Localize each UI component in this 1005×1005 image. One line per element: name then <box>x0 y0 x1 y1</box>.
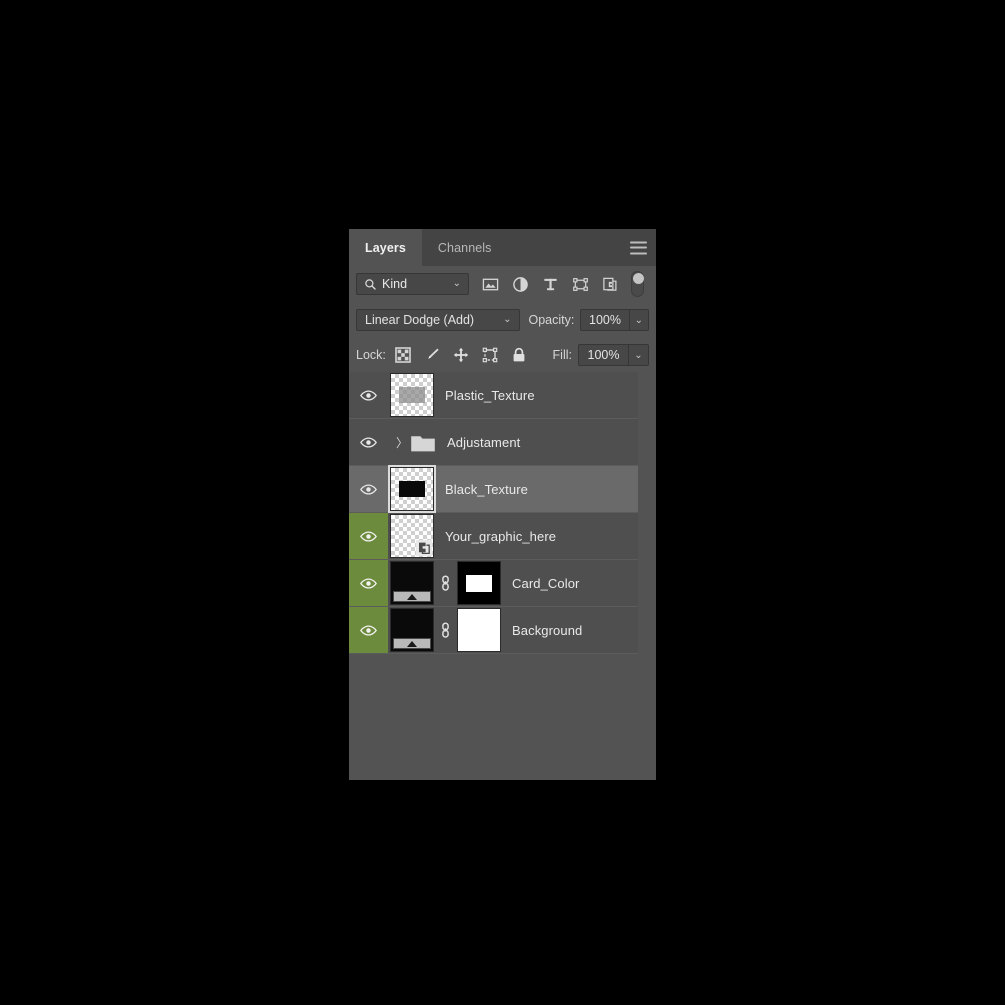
folder-icon <box>411 435 435 451</box>
layer-visibility-toggle[interactable] <box>349 560 388 606</box>
table-row[interactable]: Black_Texture <box>349 465 638 513</box>
eye-icon <box>360 389 377 401</box>
smart-object-badge-icon <box>416 540 432 556</box>
hamburger-menu-icon[interactable] <box>630 241 647 254</box>
chevron-down-icon: ⌄ <box>634 314 644 326</box>
mask-content <box>466 574 492 592</box>
panel-tabbar: Layers Channels <box>349 229 656 266</box>
layer-visibility-toggle[interactable] <box>349 466 388 512</box>
gradient-map-slider <box>393 638 431 649</box>
eye-icon <box>360 436 377 448</box>
gradient-map-slider <box>393 591 431 602</box>
layer-visibility-toggle[interactable] <box>349 419 388 465</box>
lock-all-icon[interactable] <box>511 347 527 363</box>
layer-list: Plastic_Texture 〉 Adjustament Black_Text… <box>349 372 656 780</box>
filter-smart-object-icon[interactable] <box>602 276 619 293</box>
table-row[interactable]: 〉 Adjustament <box>349 419 638 466</box>
layer-thumbnail-group[interactable] <box>390 561 501 605</box>
eye-icon <box>360 624 377 636</box>
table-row[interactable]: Your_graphic_here <box>349 513 638 560</box>
chevron-down-icon: ⌄ <box>503 314 512 325</box>
thumbnail-content <box>399 387 425 403</box>
lock-label: Lock: <box>356 348 386 362</box>
layers-panel: Layers Channels Kind ⌄ Linear Dodge (Add… <box>349 229 656 780</box>
filter-adjustment-icon[interactable] <box>512 276 529 293</box>
layer-thumbnail-group[interactable] <box>390 514 434 558</box>
opacity-label: Opacity: <box>528 313 575 327</box>
layer-name[interactable]: Plastic_Texture <box>445 388 535 403</box>
link-mask-icon[interactable] <box>439 574 452 592</box>
layer-name[interactable]: Adjustament <box>447 435 520 450</box>
table-row[interactable]: Background <box>349 607 638 654</box>
lock-artboard-nesting-icon[interactable] <box>482 347 498 363</box>
table-row[interactable]: Plastic_Texture <box>349 372 638 419</box>
layer-name[interactable]: Background <box>512 623 582 638</box>
lock-position-icon[interactable] <box>453 347 469 363</box>
blend-mode-dropdown[interactable]: Linear Dodge (Add) ⌄ <box>356 309 520 331</box>
layer-rows: Plastic_Texture 〉 Adjustament Black_Text… <box>349 372 638 654</box>
filter-pixel-icon[interactable] <box>482 276 499 293</box>
lock-fill-row: Lock: Fill: 100% ⌄ <box>349 338 656 372</box>
lock-image-pixels-icon[interactable] <box>424 347 440 363</box>
layer-thumbnail-group[interactable] <box>388 465 436 513</box>
search-icon <box>365 278 376 290</box>
tab-layers-label: Layers <box>365 240 406 255</box>
layer-list-empty-area <box>349 654 656 780</box>
layer-mask-thumbnail[interactable] <box>457 608 501 652</box>
layer-thumbnail[interactable] <box>390 514 434 558</box>
layer-list-scroll-gutter[interactable] <box>638 372 656 780</box>
layer-thumbnail[interactable] <box>390 608 434 652</box>
layer-name[interactable]: Black_Texture <box>445 482 528 497</box>
filter-shape-icon[interactable] <box>572 276 589 293</box>
layer-thumbnail[interactable] <box>390 373 434 417</box>
eye-icon <box>360 577 377 589</box>
eye-icon <box>360 530 377 542</box>
link-mask-icon[interactable] <box>439 621 452 639</box>
fill-input[interactable]: 100% <box>578 344 628 366</box>
opacity-input[interactable]: 100% <box>580 309 629 331</box>
blend-opacity-row: Linear Dodge (Add) ⌄ Opacity: 100% ⌄ <box>349 302 656 338</box>
lock-buttons <box>395 347 527 363</box>
chevron-down-icon: ⌄ <box>634 349 643 361</box>
filter-kind-dropdown[interactable]: Kind ⌄ <box>356 273 469 295</box>
group-disclosure-icon[interactable]: 〉 <box>396 419 408 465</box>
thumbnail-content <box>399 481 425 497</box>
opacity-stepper[interactable]: ⌄ <box>628 309 649 331</box>
layer-thumbnail-group[interactable] <box>390 373 434 417</box>
filter-type-icon[interactable] <box>542 276 559 293</box>
layer-visibility-toggle[interactable] <box>349 513 388 559</box>
tab-channels-label: Channels <box>437 240 492 255</box>
layer-visibility-toggle[interactable] <box>349 372 388 418</box>
tab-layers[interactable]: Layers <box>349 229 422 266</box>
table-row[interactable]: Card_Color <box>349 560 638 607</box>
layer-thumbnail[interactable] <box>390 561 434 605</box>
chevron-down-icon: ⌄ <box>452 278 461 289</box>
filter-enable-toggle[interactable] <box>631 271 644 297</box>
layer-thumbnail[interactable] <box>388 465 436 513</box>
fill-value: 100% <box>587 348 620 362</box>
fill-stepper[interactable]: ⌄ <box>628 344 649 366</box>
tab-channels[interactable]: Channels <box>422 229 508 266</box>
layer-mask-thumbnail[interactable] <box>457 561 501 605</box>
layer-thumbnail-group[interactable] <box>390 608 501 652</box>
filter-type-buttons <box>482 276 619 293</box>
eye-icon <box>360 483 377 495</box>
filter-kind-label: Kind <box>382 277 408 291</box>
blend-mode-value: Linear Dodge (Add) <box>365 313 475 327</box>
layer-name[interactable]: Your_graphic_here <box>445 529 556 544</box>
opacity-value: 100% <box>589 313 621 327</box>
layer-visibility-toggle[interactable] <box>349 607 388 653</box>
lock-transparent-pixels-icon[interactable] <box>395 347 411 363</box>
fill-label: Fill: <box>552 348 572 362</box>
layer-filter-row: Kind ⌄ <box>349 266 656 302</box>
layer-name[interactable]: Card_Color <box>512 576 579 591</box>
